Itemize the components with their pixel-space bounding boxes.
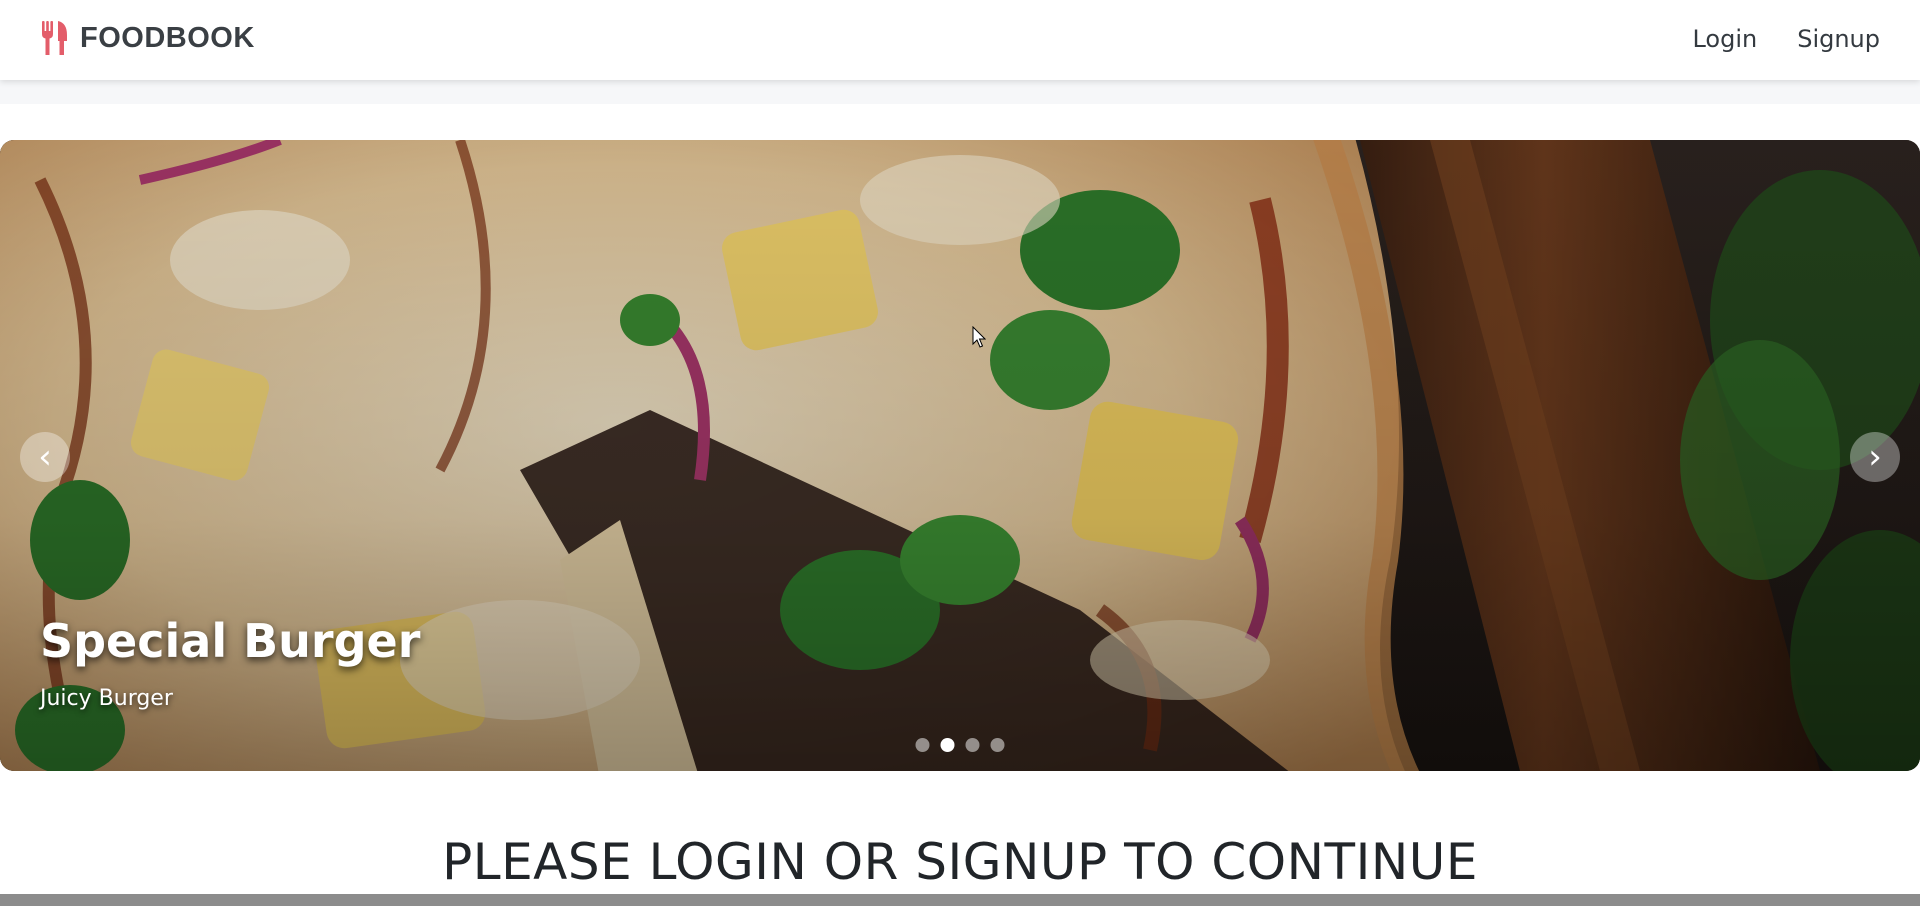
chevron-right-icon: ›: [1868, 437, 1882, 477]
navbar-underlay: [0, 80, 1920, 104]
page-heading: PLEASE LOGIN OR SIGNUP TO CONTINUE: [442, 833, 1478, 891]
nav-links: Login Signup: [1652, 18, 1880, 60]
carousel-indicators: [915, 738, 1005, 752]
bottom-scrollbar[interactable]: [0, 894, 1920, 906]
utensils-icon: [42, 21, 67, 55]
brand-name: FOODBOOK: [80, 21, 255, 54]
slide-title: Special Burger: [40, 614, 421, 668]
hero-carousel: Special Burger Juicy Burger ‹ ›: [0, 140, 1920, 771]
carousel-indicator-4[interactable]: [990, 738, 1005, 752]
navbar: FOODBOOK Login Signup: [0, 0, 1920, 80]
slide-caption: Special Burger Juicy Burger: [40, 614, 420, 711]
carousel-indicator-3[interactable]: [965, 738, 980, 752]
carousel-prev-button[interactable]: ‹: [20, 432, 70, 482]
signup-link[interactable]: Signup: [1797, 25, 1880, 53]
carousel-indicator-1[interactable]: [915, 738, 930, 752]
carousel-next-button[interactable]: ›: [1850, 432, 1900, 482]
carousel-indicator-2[interactable]: [940, 738, 955, 752]
login-link[interactable]: Login: [1692, 25, 1757, 53]
slide-subtitle: Juicy Burger: [40, 686, 173, 711]
brand-link[interactable]: FOODBOOK: [40, 18, 255, 58]
chevron-left-icon: ‹: [38, 437, 52, 477]
mouse-pointer-icon: [972, 326, 986, 348]
